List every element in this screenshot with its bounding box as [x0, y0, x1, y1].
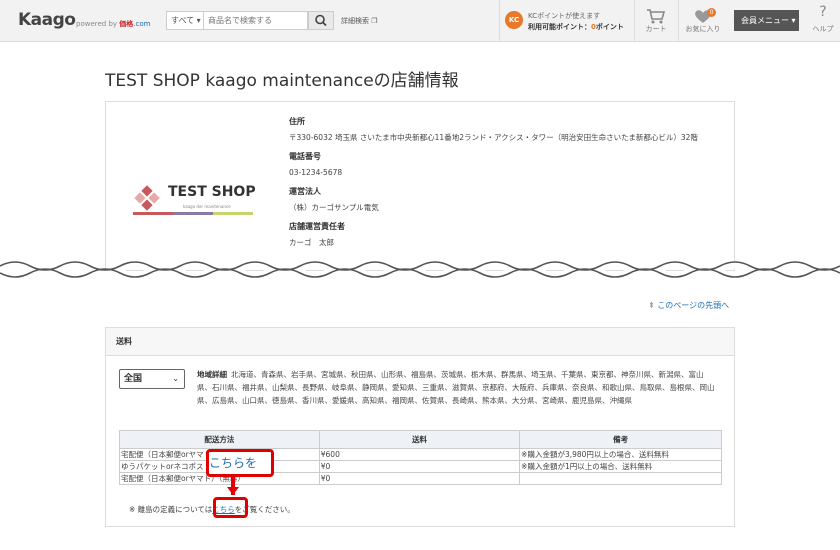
company-label: 運営法人 — [289, 187, 321, 196]
column-header: 送料 — [318, 430, 521, 449]
cart-label: カート — [645, 25, 667, 33]
window-icon: ❐ — [371, 17, 378, 25]
table-cell — [519, 472, 722, 485]
table-cell: ¥600 — [318, 448, 521, 461]
help-button[interactable]: ? ヘルプ — [806, 0, 840, 42]
link-highlight-box — [213, 497, 248, 518]
table-cell: ¥0 — [318, 472, 521, 485]
table-cell: ※購入金額が3,980円以上の場合、送料無料 — [519, 448, 722, 461]
shop-logo-name: TEST SHOP — [168, 184, 256, 200]
kc-points-label: 利用可能ポイント： — [528, 23, 591, 31]
chevron-down-icon: ⌄ — [172, 374, 179, 383]
favorites-button[interactable]: 0 お気に入り — [680, 0, 726, 42]
cart-button[interactable]: カート — [636, 0, 676, 42]
manager-value: カーゴ 太郎 — [289, 238, 334, 247]
wave-cut-divider — [0, 261, 840, 278]
cart-icon — [647, 9, 666, 24]
region-detail-label: 地域詳細 — [197, 370, 227, 379]
zoom-callout-text: こちらを — [209, 456, 258, 470]
kc-points-unit: ポイント — [595, 23, 624, 31]
page-top-label: このページの先頭へ — [657, 301, 730, 310]
address-label: 住所 — [289, 117, 305, 126]
member-menu-button[interactable]: 会員メニュー ▾ — [734, 10, 799, 31]
callout-arrow-icon — [227, 487, 239, 495]
zoom-callout: こちらを — [206, 449, 274, 477]
category-select[interactable]: すべて ▾ — [166, 11, 204, 30]
top-header: Kaago powered by 価格.com すべて ▾ 詳細検索 ❐ KC … — [0, 0, 840, 42]
phone-value: 03-1234-5678 — [289, 168, 343, 177]
company-value: （株）カーゴサンプル電気 — [289, 203, 379, 212]
kc-point-icon: KC — [505, 11, 523, 29]
column-header: 備考 — [519, 430, 722, 449]
com-text: .com — [133, 20, 151, 28]
search-button[interactable] — [308, 11, 334, 30]
shipping-heading: 送料 — [106, 328, 734, 356]
region-detail: 地域詳細 北海道、青森県、岩手県、宮城県、秋田県、山形県、福島県、茨城県、栃木県、… — [197, 368, 717, 407]
region-detail-list: 北海道、青森県、岩手県、宮城県、秋田県、山形県、福島県、茨城県、栃木県、群馬県、… — [197, 370, 715, 405]
table-cell: ※購入金額が1円以上の場合、送料無料 — [519, 460, 722, 473]
advanced-search-label: 詳細検索 — [341, 17, 369, 25]
page-top-link[interactable]: ⇞ このページの先頭へ — [648, 300, 729, 311]
search-icon — [315, 14, 327, 27]
shop-info-list: 住所 〒330-6032 埼玉県 さいたま市中央新都心11番地2ランド・アクシス… — [289, 110, 729, 250]
phone-label: 電話番号 — [289, 152, 321, 161]
favorites-label: お気に入り — [685, 25, 721, 33]
region-select-value: 全国 — [124, 374, 143, 384]
table-cell: ¥0 — [318, 460, 521, 473]
question-icon: ? — [819, 4, 827, 20]
shop-logo-sub: kaago der maintenance — [183, 204, 231, 209]
help-label: ヘルプ — [812, 25, 834, 33]
kc-available-points: 利用可能ポイント：0ポイント — [528, 22, 624, 32]
note-prefix: ※ 離島の定義については — [129, 505, 213, 514]
logo-powered-by: powered by 価格.com — [76, 19, 150, 29]
header-divider — [634, 0, 635, 42]
shipping-section: 送料 全国 ⌄ 地域詳細 北海道、青森県、岩手県、宮城県、秋田県、山形県、福島県、… — [105, 327, 735, 527]
column-header: 配送方法 — [119, 430, 320, 449]
favorites-badge: 0 — [707, 8, 716, 17]
table-header-row: 配送方法 送料 備考 — [119, 430, 722, 449]
shop-info-box: TEST SHOP kaago der maintenance 住所 〒330-… — [105, 101, 735, 271]
region-select[interactable]: 全国 ⌄ — [119, 369, 185, 389]
arrow-up-icon: ⇞ — [648, 301, 655, 310]
shop-logo: TEST SHOP kaago der maintenance — [133, 182, 256, 222]
header-divider — [678, 0, 679, 42]
kakaku-text: 価格 — [119, 20, 134, 28]
kc-point-notice: KCポイントが使えます — [528, 12, 601, 20]
kaago-logo[interactable]: Kaago — [18, 10, 76, 30]
manager-label: 店舗運営責任者 — [289, 222, 345, 231]
address-value: 〒330-6032 埼玉県 さいたま市中央新都心11番地2ランド・アクシス・タワ… — [289, 133, 698, 142]
search-input[interactable] — [204, 11, 308, 30]
page-title: TEST SHOP kaago maintenanceの店舗情報 — [105, 71, 459, 91]
header-divider — [499, 0, 500, 42]
remote-island-note: ※ 離島の定義についてはこちらをご覧ください。 — [129, 504, 295, 515]
advanced-search-link[interactable]: 詳細検索 ❐ — [341, 16, 378, 26]
powered-by-text: powered by — [76, 20, 118, 28]
